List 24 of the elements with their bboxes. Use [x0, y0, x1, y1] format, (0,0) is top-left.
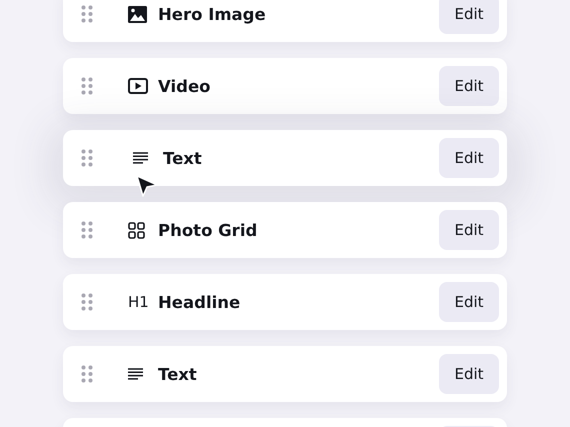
block-title: Text — [158, 364, 198, 384]
text-lines-icon — [133, 152, 148, 164]
edit-button[interactable]: Edit — [439, 138, 499, 178]
grid-icon — [128, 222, 145, 238]
text-lines-icon — [128, 368, 143, 380]
edit-button[interactable]: Edit — [439, 282, 499, 322]
drag-handle-icon[interactable] — [81, 149, 93, 167]
edit-button[interactable]: Edit — [439, 0, 499, 34]
drag-handle-icon[interactable] — [81, 5, 93, 23]
block-title: Photo Grid — [158, 220, 258, 240]
image-icon — [128, 6, 147, 22]
block-title: Headline — [158, 292, 242, 312]
drag-handle-icon[interactable] — [81, 221, 93, 239]
block-title: Video — [158, 76, 212, 96]
edit-button[interactable]: Edit — [439, 354, 499, 394]
drag-handle-icon[interactable] — [81, 365, 93, 383]
heading-level-label: H1 — [128, 293, 149, 311]
edit-button[interactable]: Edit — [439, 210, 499, 250]
edit-button[interactable]: Edit — [439, 66, 499, 106]
drag-handle-icon[interactable] — [81, 77, 93, 95]
block-title: Hero Image — [158, 4, 267, 24]
block-title: Text — [163, 148, 203, 168]
drag-handle-icon[interactable] — [81, 293, 93, 311]
play-icon — [128, 78, 148, 94]
